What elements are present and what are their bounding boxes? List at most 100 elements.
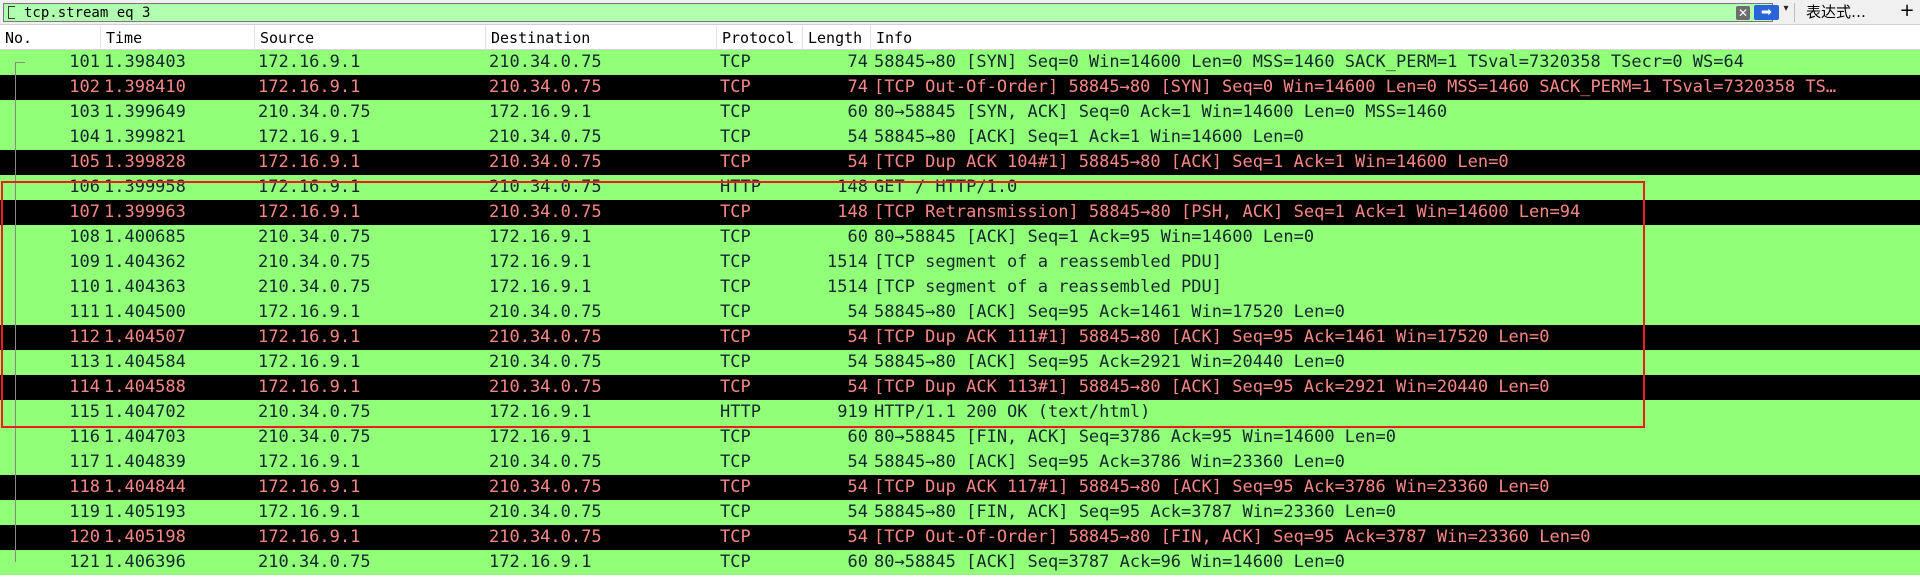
packet-no: 104 [69, 127, 100, 147]
packet-time: 1.404500 [104, 302, 186, 322]
packet-no: 116 [69, 427, 100, 447]
packet-time: 1.405193 [104, 502, 186, 522]
packet-source: 172.16.9.1 [258, 52, 361, 72]
packet-info: 58845→80 [FIN, ACK] Seq=95 Ack=3787 Win=… [874, 502, 1396, 522]
packet-no: 121 [69, 552, 100, 572]
table-row[interactable]: 113 1.404584 172.16.9.1 210.34.0.75 TCP 54 588… [0, 350, 1920, 375]
packet-length: 74 [847, 77, 868, 97]
add-filter-button-icon[interactable]: + [1898, 2, 1916, 20]
packet-time: 1.399963 [104, 202, 186, 222]
packet-source: 210.34.0.75 [258, 552, 371, 572]
packet-destination: 210.34.0.75 [489, 352, 602, 372]
table-row[interactable]: 106 1.399958 172.16.9.1 210.34.0.75 HTTP 148 G… [0, 175, 1920, 200]
table-row[interactable]: 120 1.405198 172.16.9.1 210.34.0.75 TCP 54 [TC… [0, 525, 1920, 550]
column-header-info[interactable]: Info [871, 26, 1920, 50]
packet-protocol: TCP [720, 77, 751, 97]
display-filter-input[interactable]: tcp.stream eq 3 ✕ ➡ [3, 3, 1779, 22]
table-row[interactable]: 117 1.404839 172.16.9.1 210.34.0.75 TCP 54 588… [0, 450, 1920, 475]
packet-destination: 210.34.0.75 [489, 502, 602, 522]
table-row[interactable]: 114 1.404588 172.16.9.1 210.34.0.75 TCP 54 [TC… [0, 375, 1920, 400]
display-filter-text[interactable]: tcp.stream eq 3 [24, 5, 150, 21]
column-header-protocol[interactable]: Protocol [717, 26, 803, 50]
packet-destination: 172.16.9.1 [489, 427, 592, 447]
packet-source: 172.16.9.1 [258, 477, 361, 497]
packet-length: 54 [847, 327, 868, 347]
table-row[interactable]: 115 1.404702 210.34.0.75 172.16.9.1 HTTP 919 H… [0, 400, 1920, 425]
table-row[interactable]: 102 1.398410 172.16.9.1 210.34.0.75 TCP 74 [TC… [0, 75, 1920, 100]
packet-protocol: TCP [720, 377, 751, 397]
conversation-bracket [15, 62, 16, 562]
packet-info: [TCP Dup ACK 113#1] 58845→80 [ACK] Seq=9… [874, 377, 1550, 397]
packet-source: 172.16.9.1 [258, 77, 361, 97]
packet-source: 210.34.0.75 [258, 227, 371, 247]
packet-source: 172.16.9.1 [258, 327, 361, 347]
packet-length: 60 [847, 227, 868, 247]
packet-length: 60 [847, 102, 868, 122]
packet-no: 115 [69, 402, 100, 422]
clear-filter-icon[interactable]: ✕ [1736, 6, 1750, 20]
packet-destination: 172.16.9.1 [489, 102, 592, 122]
expression-button[interactable]: 表达式… [1806, 3, 1866, 21]
table-row[interactable]: 105 1.399828 172.16.9.1 210.34.0.75 TCP 54 [TC… [0, 150, 1920, 175]
table-row[interactable]: 107 1.399963 172.16.9.1 210.34.0.75 TCP 148 [T… [0, 200, 1920, 225]
packet-no: 110 [69, 277, 100, 297]
packet-time: 1.404703 [104, 427, 186, 447]
packet-protocol: TCP [720, 327, 751, 347]
packet-info: GET / HTTP/1.0 [874, 177, 1018, 197]
packet-protocol: TCP [720, 452, 751, 472]
column-header-no[interactable]: No. [0, 26, 101, 50]
packet-info: 80→58845 [ACK] Seq=3787 Ack=96 Win=14600… [874, 552, 1345, 572]
table-row[interactable]: 116 1.404703 210.34.0.75 172.16.9.1 TCP 60 80→… [0, 425, 1920, 450]
packet-no: 102 [69, 77, 100, 97]
table-row[interactable]: 121 1.406396 210.34.0.75 172.16.9.1 TCP 60 80→… [0, 550, 1920, 575]
packet-list: 101 1.398403 172.16.9.1 210.34.0.75 TCP 74 588… [0, 50, 1920, 579]
packet-info: [TCP Out-Of-Order] 58845→80 [SYN] Seq=0 … [874, 77, 1837, 97]
table-row[interactable]: 119 1.405193 172.16.9.1 210.34.0.75 TCP 54 588… [0, 500, 1920, 525]
packet-source: 210.34.0.75 [258, 427, 371, 447]
packet-source: 172.16.9.1 [258, 202, 361, 222]
packet-info: 80→58845 [SYN, ACK] Seq=0 Ack=1 Win=1460… [874, 102, 1448, 122]
table-row[interactable]: 103 1.399649 210.34.0.75 172.16.9.1 TCP 60 80→… [0, 100, 1920, 125]
packet-protocol: HTTP [720, 177, 761, 197]
packet-protocol: TCP [720, 502, 751, 522]
packet-protocol: TCP [720, 102, 751, 122]
packet-destination: 210.34.0.75 [489, 527, 602, 547]
table-row[interactable]: 108 1.400685 210.34.0.75 172.16.9.1 TCP 60 80→… [0, 225, 1920, 250]
packet-info: [TCP Dup ACK 111#1] 58845→80 [ACK] Seq=9… [874, 327, 1550, 347]
packet-list-header: No. Time Source Destination Protocol Len… [0, 26, 1920, 50]
packet-time: 1.405198 [104, 527, 186, 547]
packet-no: 105 [69, 152, 100, 172]
table-row[interactable]: 111 1.404500 172.16.9.1 210.34.0.75 TCP 54 588… [0, 300, 1920, 325]
table-row[interactable]: 101 1.398403 172.16.9.1 210.34.0.75 TCP 74 588… [0, 50, 1920, 75]
packet-time: 1.404507 [104, 327, 186, 347]
packet-source: 172.16.9.1 [258, 302, 361, 322]
packet-protocol: TCP [720, 152, 751, 172]
table-row[interactable]: 110 1.404363 210.34.0.75 172.16.9.1 TCP 1514 [… [0, 275, 1920, 300]
table-row[interactable]: 118 1.404844 172.16.9.1 210.34.0.75 TCP 54 [TC… [0, 475, 1920, 500]
packet-source: 172.16.9.1 [258, 152, 361, 172]
packet-source: 172.16.9.1 [258, 377, 361, 397]
table-row[interactable]: 104 1.399821 172.16.9.1 210.34.0.75 TCP 54 588… [0, 125, 1920, 150]
packet-time: 1.404702 [104, 402, 186, 422]
packet-length: 54 [847, 477, 868, 497]
packet-info: 58845→80 [ACK] Seq=1 Ack=1 Win=14600 Len… [874, 127, 1304, 147]
packet-time: 1.404363 [104, 277, 186, 297]
column-header-destination[interactable]: Destination [486, 26, 717, 50]
table-row[interactable]: 112 1.404507 172.16.9.1 210.34.0.75 TCP 54 [TC… [0, 325, 1920, 350]
packet-destination: 172.16.9.1 [489, 252, 592, 272]
packet-info: 58845→80 [ACK] Seq=95 Ack=1461 Win=17520… [874, 302, 1345, 322]
packet-source: 172.16.9.1 [258, 502, 361, 522]
packet-protocol: TCP [720, 127, 751, 147]
table-row[interactable]: 109 1.404362 210.34.0.75 172.16.9.1 TCP 1514 [… [0, 250, 1920, 275]
column-header-source[interactable]: Source [255, 26, 486, 50]
packet-destination: 210.34.0.75 [489, 127, 602, 147]
column-header-length[interactable]: Length [803, 26, 871, 50]
packet-length: 919 [837, 402, 868, 422]
bookmark-icon[interactable] [8, 6, 15, 19]
packet-protocol: TCP [720, 527, 751, 547]
column-header-time[interactable]: Time [101, 26, 255, 50]
chevron-down-icon[interactable]: ▾ [1780, 2, 1792, 16]
apply-filter-icon[interactable]: ➡ [1754, 5, 1779, 20]
conversation-bracket-start [15, 62, 25, 63]
packet-info: [TCP Dup ACK 117#1] 58845→80 [ACK] Seq=9… [874, 477, 1550, 497]
